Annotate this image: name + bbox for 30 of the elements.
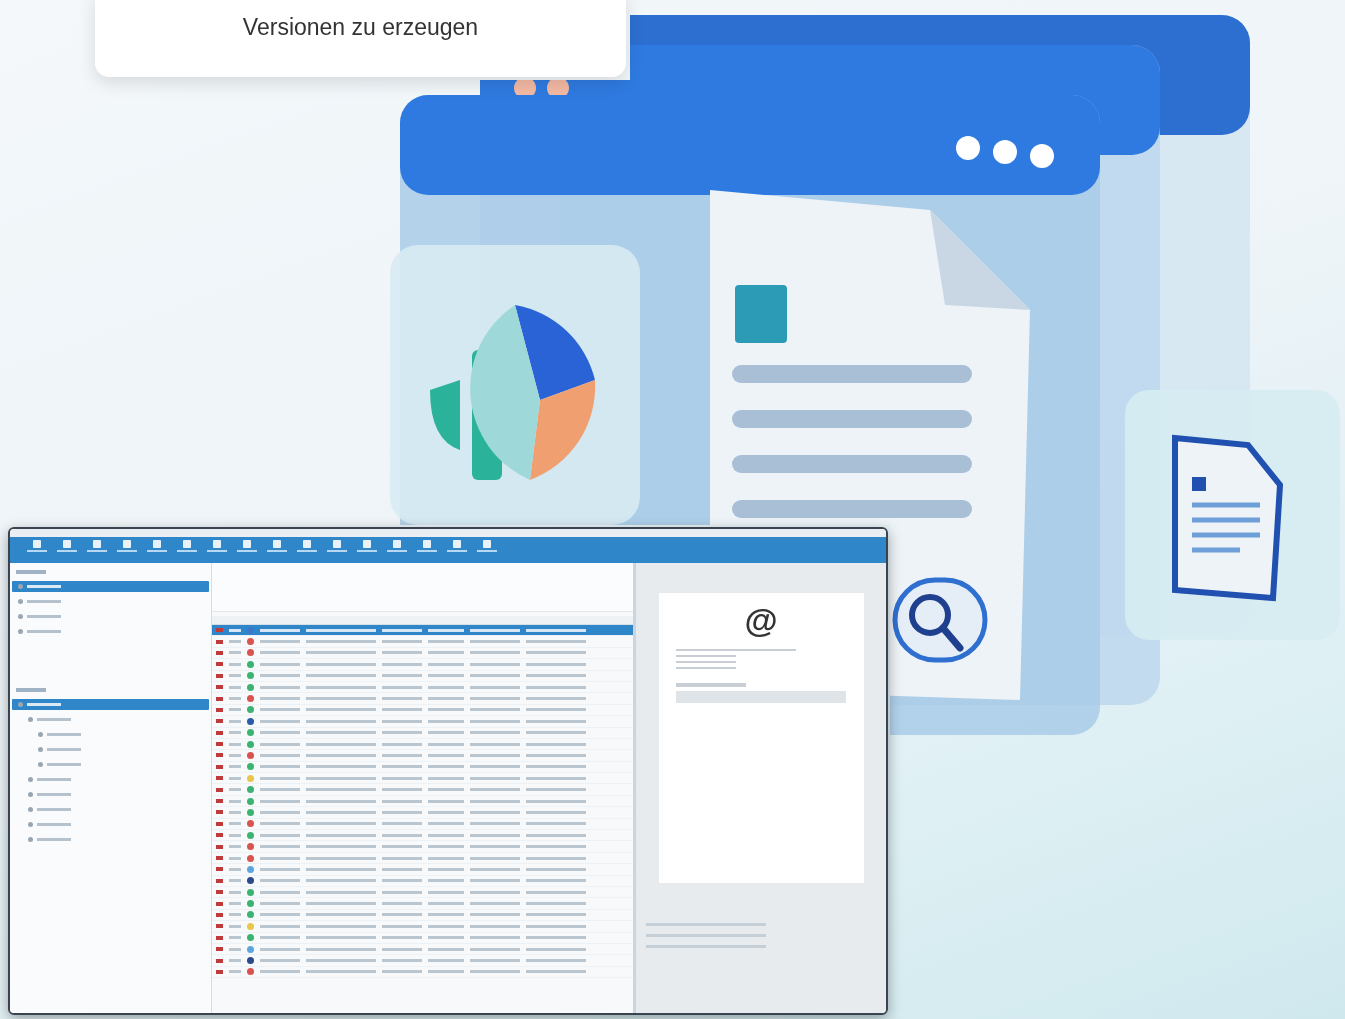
table-row[interactable] [212,932,633,944]
table-row[interactable] [212,887,633,899]
table-row[interactable] [212,659,633,671]
table-row[interactable] [212,875,633,887]
table-row[interactable] [212,966,633,979]
table-row[interactable] [212,693,633,705]
caption-text: Versionen zu erzeugen [242,14,479,41]
table-row[interactable] [212,921,633,933]
table-row[interactable] [212,636,633,648]
table-row[interactable] [212,864,633,876]
table-row[interactable] [212,716,633,728]
table-row[interactable] [212,625,633,637]
table-row[interactable] [212,784,633,796]
table-row[interactable] [212,909,633,922]
table-row[interactable] [212,807,633,819]
table-row[interactable] [212,670,633,682]
table-row[interactable] [212,818,633,831]
table-row[interactable] [212,761,633,774]
document-logo: @ [744,603,778,637]
folder-item[interactable] [12,699,210,710]
table-row[interactable] [212,830,633,842]
table-row[interactable] [212,647,633,660]
table-row[interactable] [212,773,633,785]
table-row[interactable] [212,727,633,739]
table-row[interactable] [212,841,633,853]
table-row[interactable] [212,750,633,762]
view-item[interactable] [12,581,210,592]
table-row[interactable] [212,898,633,910]
table-row[interactable] [212,704,633,717]
table-row[interactable] [212,955,633,967]
